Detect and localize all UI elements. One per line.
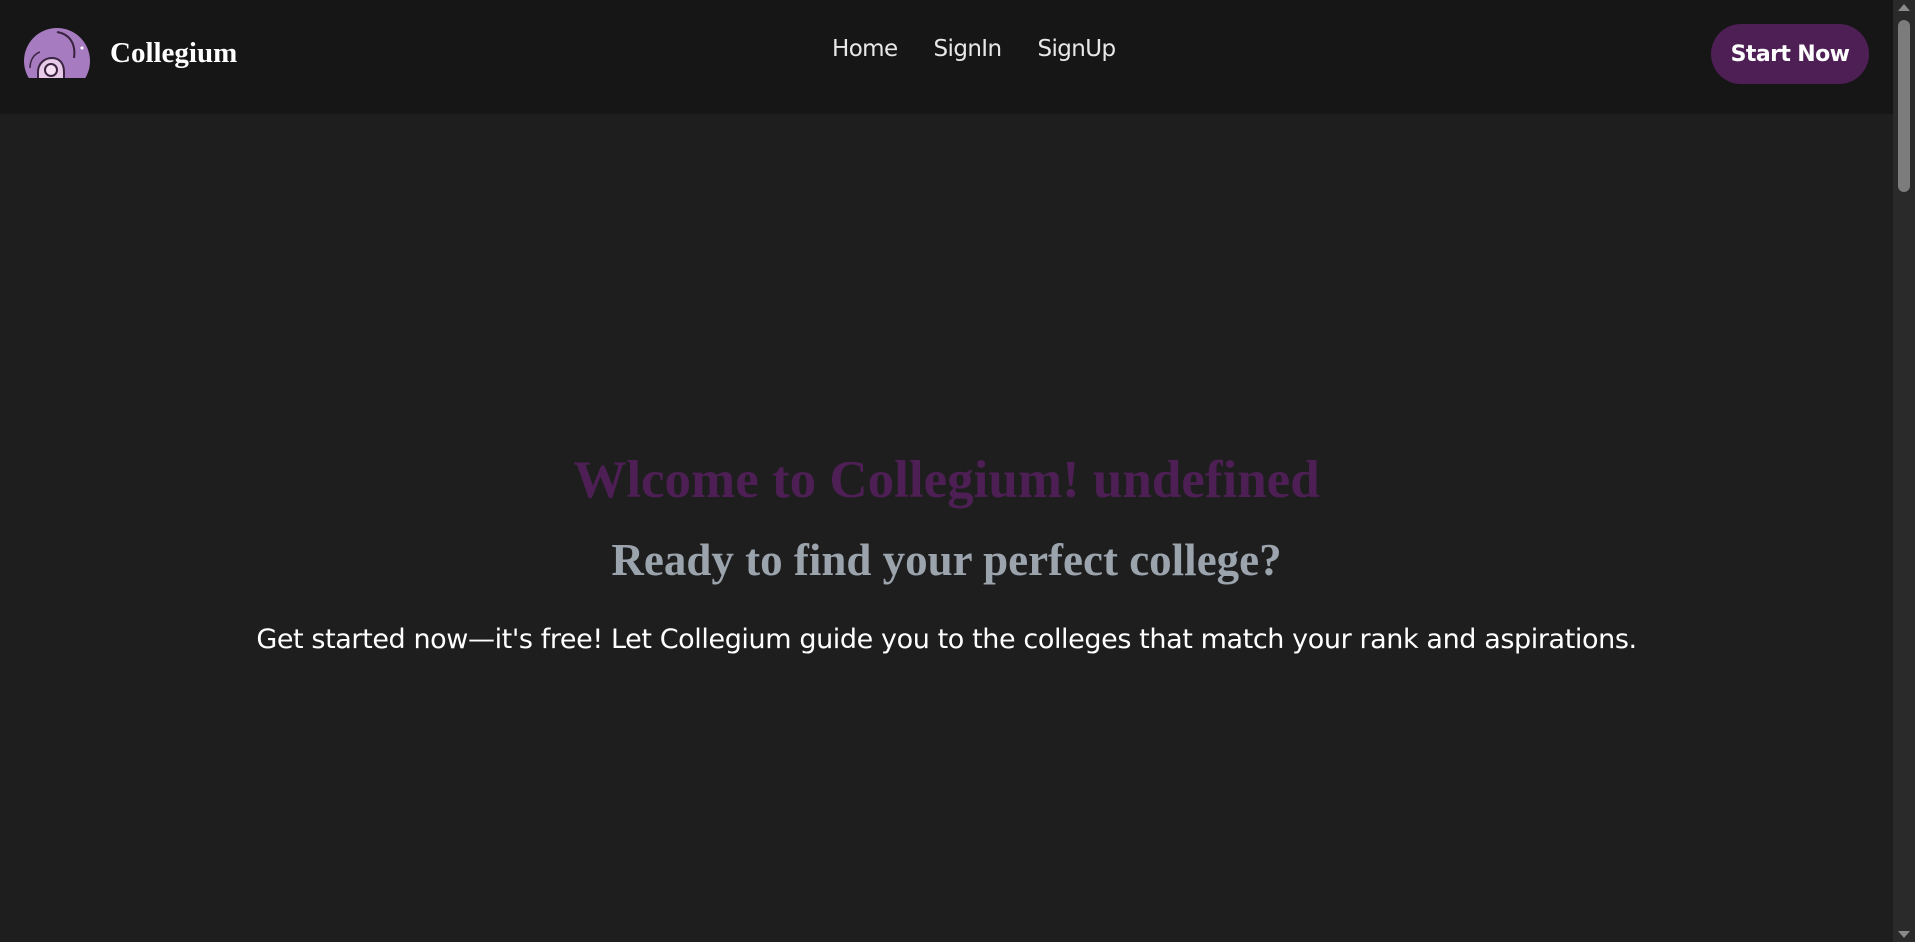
nav-link-home[interactable]: Home	[832, 36, 898, 62]
hero-subtitle: Ready to find your perfect college?	[611, 535, 1282, 585]
scrollbar-thumb[interactable]	[1898, 20, 1910, 192]
navbar: Collegium Home SignIn SignUp Start Now	[0, 0, 1893, 114]
hero-title: Wlcome to Collegium! undefined	[573, 451, 1320, 509]
graduate-avatar-icon[interactable]	[24, 28, 90, 78]
vertical-scrollbar[interactable]	[1893, 0, 1915, 942]
nav-link-signup[interactable]: SignUp	[1037, 36, 1116, 62]
nav-links: Home SignIn SignUp	[832, 36, 1116, 62]
brand[interactable]: Collegium	[24, 28, 237, 78]
nav-link-signin[interactable]: SignIn	[934, 36, 1003, 62]
hero-description: Get started now—it's free! Let Collegium…	[256, 624, 1637, 655]
hero-section: Wlcome to Collegium! undefined Ready to …	[0, 114, 1893, 942]
scroll-up-arrow-icon[interactable]	[1898, 4, 1910, 11]
scroll-down-arrow-icon[interactable]	[1898, 931, 1910, 938]
page: Collegium Home SignIn SignUp Start Now W…	[0, 0, 1915, 942]
start-now-button[interactable]: Start Now	[1711, 24, 1869, 84]
brand-name[interactable]: Collegium	[110, 37, 237, 70]
